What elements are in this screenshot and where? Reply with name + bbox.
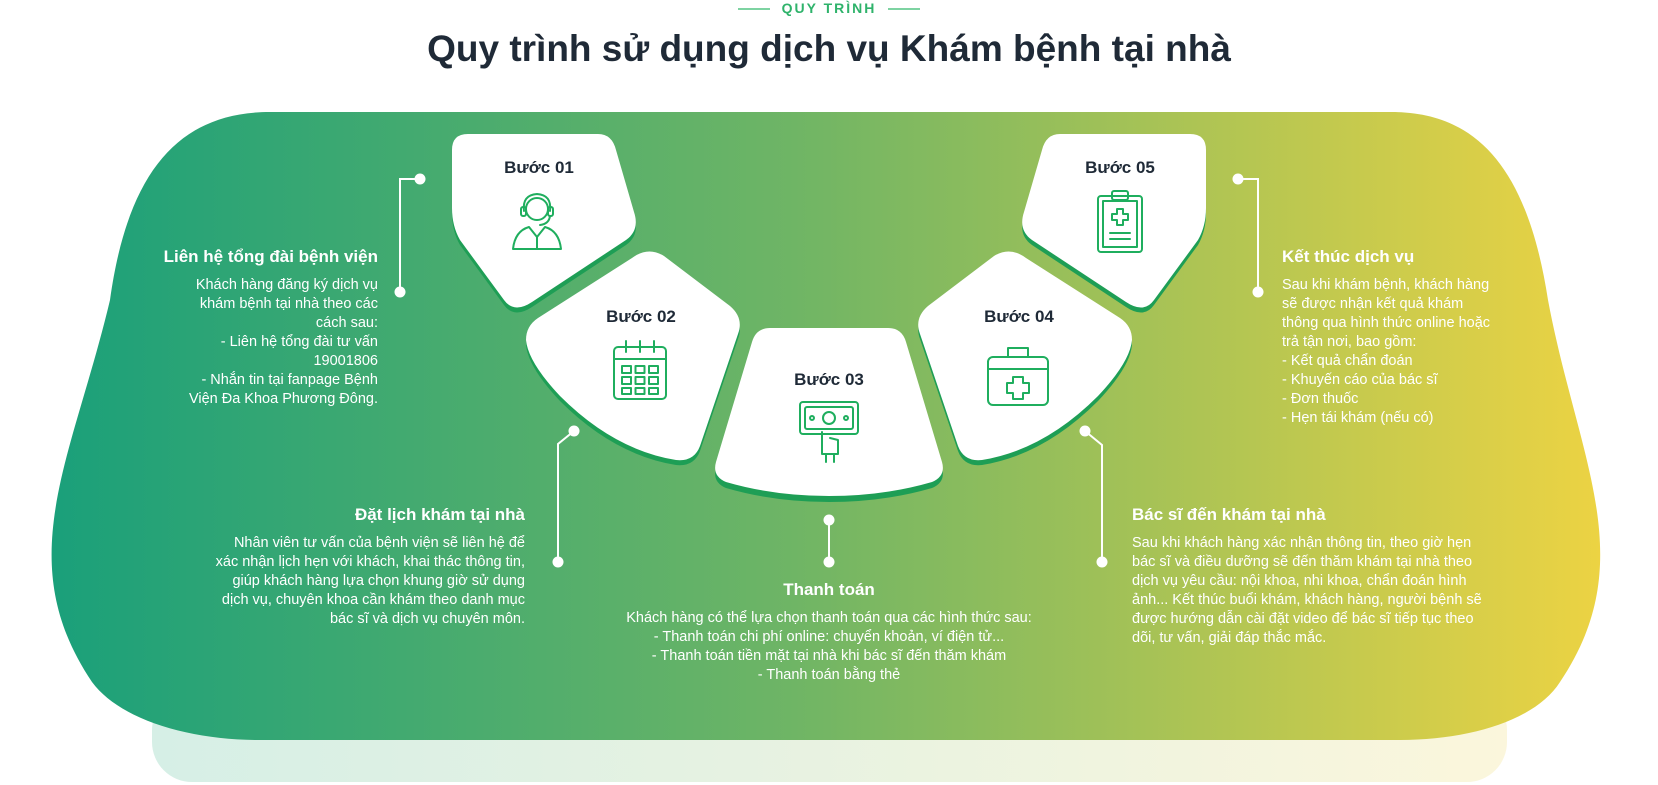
step-02-heading: Đặt lịch khám tại nhà — [354, 505, 525, 524]
step-04-body: Sau khi khách hàng xác nhận thông tin, t… — [1132, 535, 1482, 646]
connector-dot — [823, 556, 835, 568]
connector-dot — [823, 514, 835, 526]
step-01-description: Liên hệ tổng đài bệnh viện Khách hàng đă… — [150, 247, 378, 409]
step-02-label: Bước 02 — [606, 307, 676, 326]
step-03-description: Thanh toán Khách hàng có thể lựa chọn th… — [579, 580, 1079, 685]
step-05-label: Bước 05 — [1085, 158, 1155, 177]
connector-dot — [1232, 173, 1244, 185]
step-04-label: Bước 04 — [984, 307, 1054, 326]
step-03-body: Khách hàng có thể lựa chọn thanh toán qu… — [626, 610, 1032, 683]
step-02-description: Đặt lịch khám tại nhà Nhân viên tư vấn c… — [160, 505, 525, 629]
connector-dot — [552, 556, 564, 568]
connector-dot — [394, 286, 406, 298]
connector-dot — [1096, 556, 1108, 568]
connector-dot — [414, 173, 426, 185]
step-02-body: Nhân viên tư vấn của bệnh viện sẽ liên h… — [215, 535, 525, 627]
step-01-heading: Liên hệ tổng đài bệnh viện — [163, 247, 378, 266]
step-segment-03 — [715, 328, 943, 502]
step-05-description: Kết thúc dịch vụ Sau khi khám bệnh, khác… — [1282, 247, 1532, 428]
step-03-heading: Thanh toán — [783, 580, 875, 599]
connector-dot — [1252, 286, 1264, 298]
step-01-body: Khách hàng đăng ký dịch vụ khám bệnh tại… — [188, 277, 378, 407]
step-04-description: Bác sĩ đến khám tại nhà Sau khi khách hà… — [1132, 505, 1512, 648]
connector-dot — [568, 425, 580, 437]
step-05-body: Sau khi khám bệnh, khách hàng sẽ được nh… — [1282, 277, 1491, 426]
step-04-heading: Bác sĩ đến khám tại nhà — [1132, 505, 1326, 524]
step-01-label: Bước 01 — [504, 158, 574, 177]
step-05-heading: Kết thúc dịch vụ — [1282, 247, 1415, 266]
connector-dot — [1079, 425, 1091, 437]
step-03-label: Bước 03 — [794, 370, 864, 389]
